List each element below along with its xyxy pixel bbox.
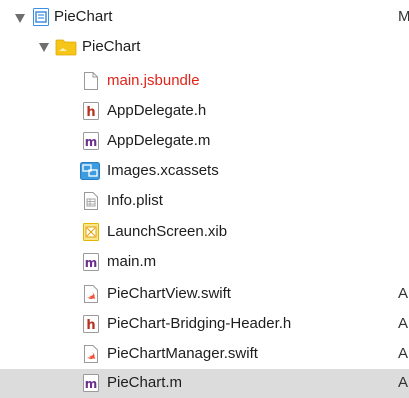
svg-text:m: m [85, 377, 98, 391]
file-row[interactable]: m AppDelegate.m [0, 127, 409, 156]
svg-text:h: h [86, 318, 95, 333]
svg-text:m: m [85, 256, 98, 270]
group-label: PieChart [82, 38, 141, 55]
file-label: main.m [107, 253, 157, 270]
source-control-status: M [398, 8, 409, 25]
file-label: main.jsbundle [107, 72, 200, 89]
disclosure-triangle-icon[interactable] [39, 42, 49, 52]
file-row[interactable]: h PieChart-Bridging-Header.h A [0, 310, 409, 339]
header-h-icon: h [82, 102, 100, 120]
project-label: PieChart [54, 8, 113, 25]
project-navigator: PieChart M PieChart main.jsbundle h AppD… [0, 0, 409, 398]
xib-icon [82, 223, 100, 241]
file-row[interactable]: PieChartView.swift A [0, 280, 409, 309]
source-control-status: A [398, 315, 409, 332]
file-label: PieChart.m [107, 374, 183, 391]
asset-catalog-icon [80, 162, 100, 180]
source-control-status: A [398, 345, 409, 362]
file-label: AppDelegate.m [107, 132, 211, 149]
generic-file-icon [82, 72, 100, 90]
source-control-status: A [398, 285, 409, 302]
objc-m-icon: m [82, 132, 100, 150]
file-row[interactable]: m main.m [0, 248, 409, 277]
file-label: Info.plist [107, 192, 163, 209]
source-control-status: A [398, 374, 409, 391]
file-row[interactable]: PieChartManager.swift A [0, 340, 409, 369]
yellow-folder-icon [55, 38, 77, 56]
file-row[interactable]: h AppDelegate.h [0, 97, 409, 126]
file-label: AppDelegate.h [107, 102, 207, 119]
objc-m-icon: m [82, 253, 100, 271]
file-row[interactable]: Images.xcassets [0, 157, 409, 186]
file-label: PieChartView.swift [107, 285, 231, 302]
project-row[interactable]: PieChart M [0, 3, 409, 32]
swift-icon [82, 345, 100, 363]
svg-text:m: m [85, 135, 98, 149]
file-label: PieChart-Bridging-Header.h [107, 315, 292, 332]
file-row[interactable]: LaunchScreen.xib [0, 218, 409, 247]
swift-icon [82, 285, 100, 303]
objc-m-icon: m [82, 374, 100, 392]
disclosure-triangle-icon[interactable] [15, 13, 25, 23]
svg-text:h: h [86, 105, 95, 120]
file-label: PieChartManager.swift [107, 345, 258, 362]
file-row-selected[interactable]: m PieChart.m A [0, 369, 409, 398]
group-row[interactable]: PieChart [0, 32, 409, 61]
file-label: Images.xcassets [107, 162, 219, 179]
header-h-icon: h [82, 315, 100, 333]
file-row[interactable]: Info.plist [0, 187, 409, 216]
project-document-icon [32, 8, 50, 26]
file-row[interactable]: main.jsbundle [0, 67, 409, 96]
plist-icon [82, 192, 100, 210]
file-label: LaunchScreen.xib [107, 223, 228, 240]
